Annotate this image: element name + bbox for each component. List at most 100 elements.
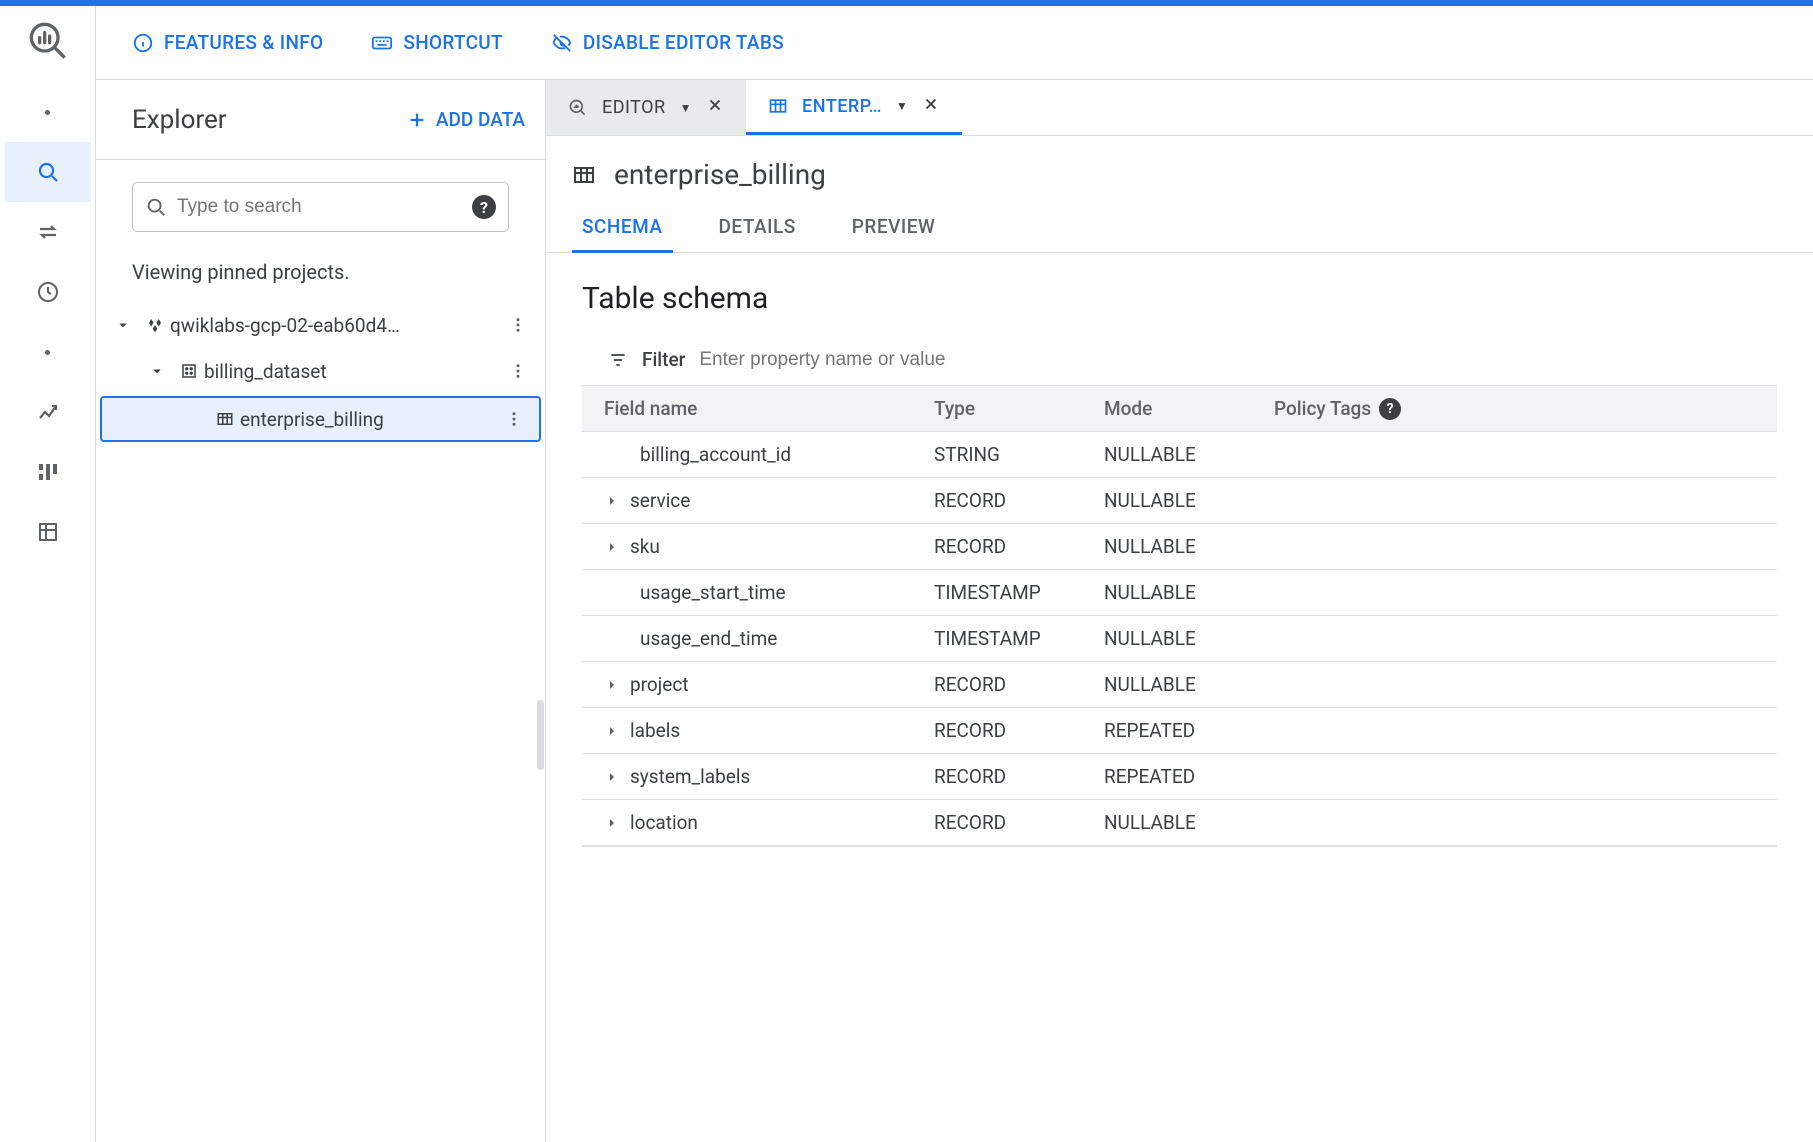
dataset-icon: [174, 362, 204, 380]
field-type: RECORD: [934, 719, 1104, 742]
expand-icon[interactable]: [604, 677, 620, 693]
project-icon: [140, 316, 170, 334]
explorer-title: Explorer: [132, 105, 227, 135]
schema-row[interactable]: labelsRECORDREPEATED: [582, 708, 1777, 754]
subtab-details[interactable]: DETAILS: [719, 215, 796, 252]
explorer-search[interactable]: ?: [132, 182, 509, 232]
field-type: RECORD: [934, 489, 1104, 512]
expand-icon[interactable]: [604, 815, 620, 831]
disable-tabs-label: DISABLE EDITOR TABS: [583, 31, 784, 54]
tab-editor[interactable]: EDITOR ▼: [546, 80, 746, 135]
rail-item-docs[interactable]: [5, 502, 91, 562]
pinned-projects-text: Viewing pinned projects.: [96, 232, 545, 292]
schema-header-row: Field name Type Mode Policy Tags ?: [582, 386, 1777, 432]
expand-icon[interactable]: [604, 493, 620, 509]
field-mode: NULLABLE: [1104, 535, 1274, 558]
table-subtabs: SCHEMA DETAILS PREVIEW: [546, 201, 1813, 253]
table-icon: [768, 96, 788, 116]
field-name: system_labels: [630, 765, 750, 788]
tree-project-label: qwiklabs-gcp-02-eab60d4…: [170, 314, 503, 337]
rail-item-transfers[interactable]: [5, 202, 91, 262]
schema-row[interactable]: billing_account_idSTRINGNULLABLE: [582, 432, 1777, 478]
add-data-button[interactable]: ADD DATA: [406, 108, 525, 131]
chevron-down-icon[interactable]: [140, 362, 174, 380]
plus-icon: [406, 109, 428, 131]
add-data-label: ADD DATA: [436, 108, 525, 131]
schema-row[interactable]: system_labelsRECORDREPEATED: [582, 754, 1777, 800]
expand-icon[interactable]: [604, 723, 620, 739]
shortcut-label: SHORTCUT: [403, 31, 503, 54]
field-type: RECORD: [934, 811, 1104, 834]
rail-item-settings[interactable]: [5, 442, 91, 502]
subtab-schema[interactable]: SCHEMA: [582, 215, 663, 252]
resource-tree: qwiklabs-gcp-02-eab60d4… billing_dataset…: [96, 292, 545, 454]
rail-item-history[interactable]: [5, 262, 91, 322]
tab-editor-label: EDITOR: [602, 97, 666, 118]
table-icon: [572, 163, 596, 187]
project-more-button[interactable]: [503, 316, 533, 334]
col-policy-tags: Policy Tags: [1274, 397, 1371, 420]
schema-heading: Table schema: [582, 281, 1777, 316]
table-icon: [210, 410, 240, 428]
schema-row[interactable]: sku RECORDNULLABLE: [582, 524, 1777, 570]
explorer-search-input[interactable]: [177, 196, 462, 218]
field-name: usage_end_time: [640, 627, 777, 650]
field-name: sku: [630, 535, 660, 558]
chevron-down-icon[interactable]: ▼: [896, 99, 908, 113]
expand-icon[interactable]: [604, 539, 620, 555]
chevron-down-icon[interactable]: ▼: [680, 101, 692, 115]
schema-row[interactable]: locationRECORDNULLABLE: [582, 800, 1777, 846]
field-mode: NULLABLE: [1104, 811, 1274, 834]
explorer-panel: Explorer ADD DATA ? Viewing pinned proje…: [96, 80, 546, 1142]
filter-label: Filter: [642, 348, 685, 371]
dataset-more-button[interactable]: [503, 362, 533, 380]
field-mode: NULLABLE: [1104, 627, 1274, 650]
schema-row[interactable]: usage_end_time TIMESTAMPNULLABLE: [582, 616, 1777, 662]
filter-icon: [608, 350, 628, 370]
field-mode: NULLABLE: [1104, 443, 1274, 466]
query-icon: [568, 98, 588, 118]
col-mode: Mode: [1104, 397, 1274, 420]
disable-tabs-button[interactable]: DISABLE EDITOR TABS: [551, 31, 784, 54]
chevron-down-icon[interactable]: [106, 316, 140, 334]
tab-close-button[interactable]: [922, 95, 940, 118]
features-info-button[interactable]: FEATURES & INFO: [132, 31, 323, 54]
col-field-name: Field name: [604, 397, 934, 420]
tree-dataset-label: billing_dataset: [204, 360, 503, 383]
rail-item-analytics[interactable]: [5, 382, 91, 442]
explorer-scrollbar[interactable]: [537, 700, 544, 770]
field-name: project: [630, 673, 689, 696]
bigquery-logo-icon: [28, 18, 68, 64]
tree-table-row[interactable]: enterprise_billing: [100, 396, 541, 442]
schema-row[interactable]: serviceRECORDNULLABLE: [582, 478, 1777, 524]
top-toolbar: FEATURES & INFO SHORTCUT DISABLE EDITOR …: [96, 6, 1813, 80]
rail-item-more[interactable]: [5, 322, 91, 382]
tab-close-button[interactable]: [706, 96, 724, 119]
expand-icon[interactable]: [604, 769, 620, 785]
field-mode: NULLABLE: [1104, 489, 1274, 512]
rail-item-recent[interactable]: [5, 82, 91, 142]
tree-dataset-row[interactable]: billing_dataset: [96, 348, 545, 394]
search-help-icon[interactable]: ?: [472, 195, 496, 219]
editor-tab-bar: EDITOR ▼ ENTERP… ▼: [546, 80, 1813, 136]
subtab-preview[interactable]: PREVIEW: [852, 215, 935, 252]
field-type: STRING: [934, 443, 1104, 466]
tree-table-label: enterprise_billing: [240, 408, 499, 431]
filter-input[interactable]: [699, 349, 1767, 371]
table-more-button[interactable]: [499, 410, 529, 428]
rail-item-search[interactable]: [5, 142, 91, 202]
field-type: RECORD: [934, 535, 1104, 558]
main-area: EDITOR ▼ ENTERP… ▼ enterprise_billing: [546, 80, 1813, 1142]
schema-table: Field name Type Mode Policy Tags ? billi…: [582, 385, 1777, 847]
tree-project-row[interactable]: qwiklabs-gcp-02-eab60d4…: [96, 302, 545, 348]
eye-off-icon: [551, 32, 573, 54]
tab-enterprise-billing[interactable]: ENTERP… ▼: [746, 80, 962, 135]
policy-help-icon[interactable]: ?: [1379, 398, 1401, 420]
schema-row[interactable]: usage_start_timeTIMESTAMPNULLABLE: [582, 570, 1777, 616]
field-type: TIMESTAMP: [934, 627, 1104, 650]
schema-row[interactable]: projectRECORDNULLABLE: [582, 662, 1777, 708]
col-type: Type: [934, 397, 1104, 420]
shortcut-button[interactable]: SHORTCUT: [371, 31, 503, 54]
field-type: RECORD: [934, 673, 1104, 696]
keyboard-icon: [371, 32, 393, 54]
